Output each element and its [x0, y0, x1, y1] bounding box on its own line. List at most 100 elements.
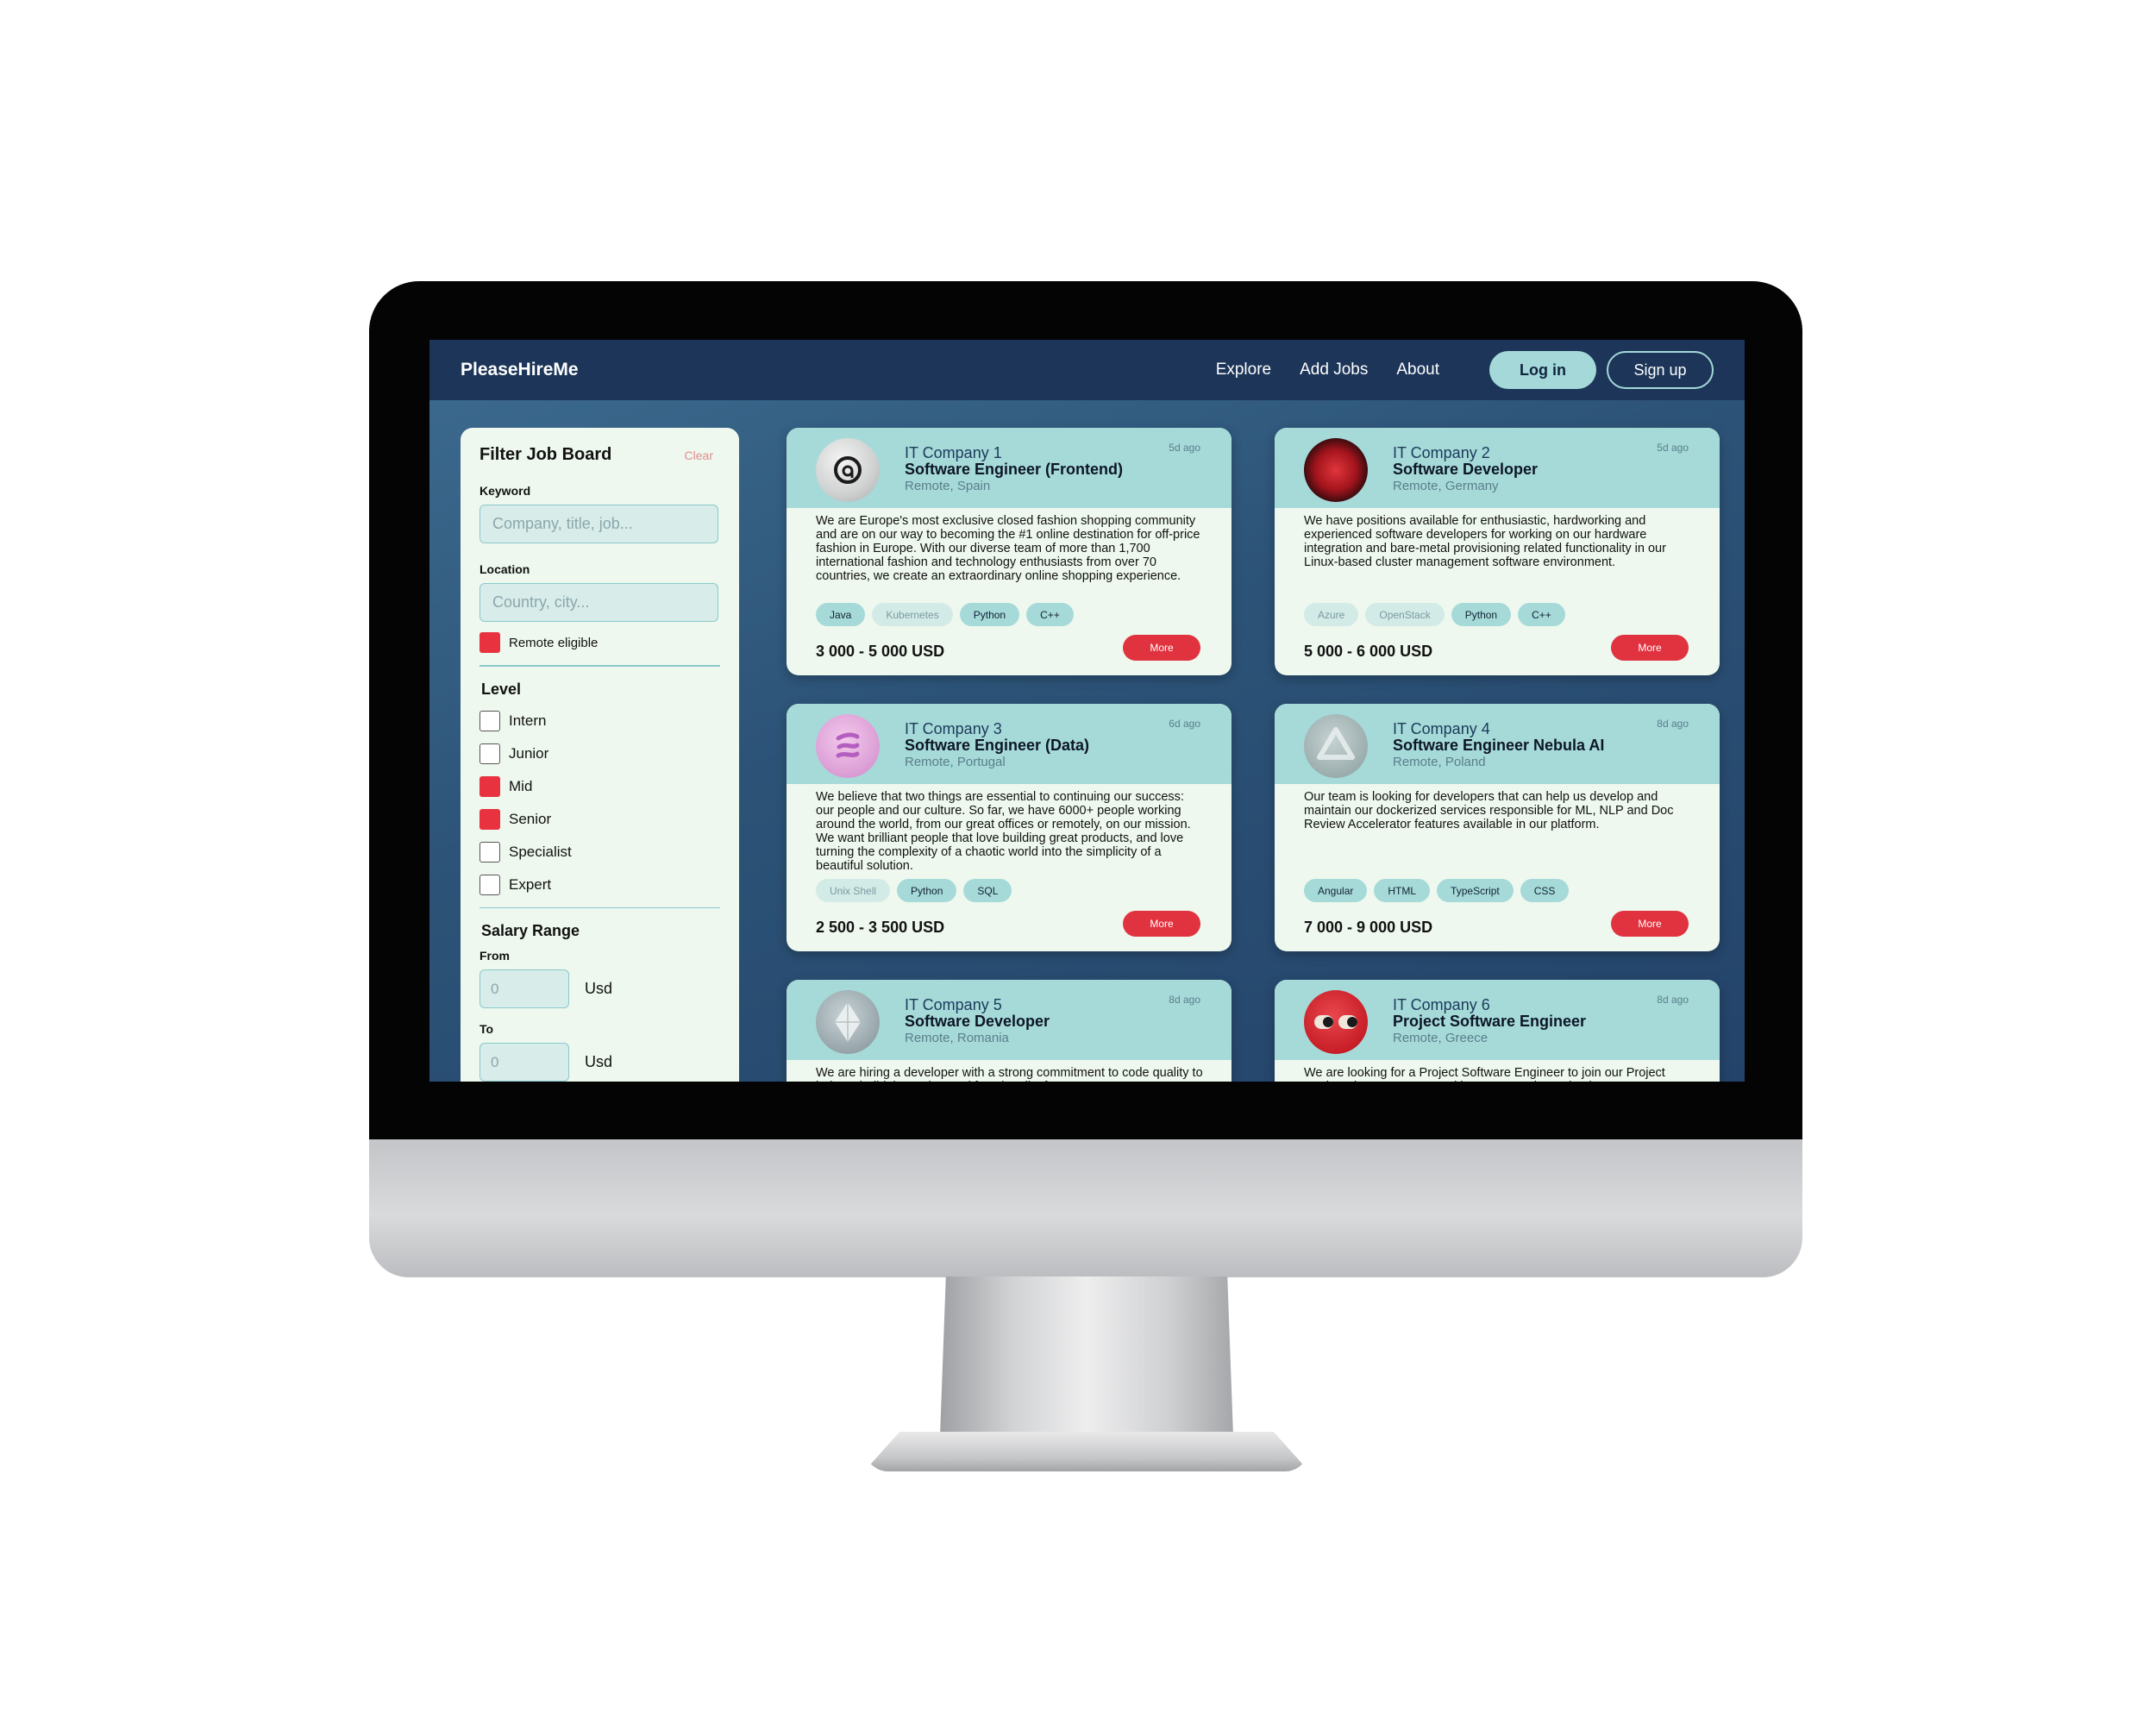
skill-tag: HTML [1374, 879, 1431, 902]
skill-tag: Kubernetes [872, 603, 953, 626]
job-location: Remote, Greece [1393, 1031, 1489, 1045]
clear-filters-link[interactable]: Clear [685, 448, 713, 462]
salary-range: 7 000 - 9 000 USD [1304, 919, 1433, 936]
level-title: Level [481, 680, 522, 698]
level-option-mid[interactable]: Mid [479, 775, 720, 797]
nav-link-add-jobs[interactable]: Add Jobs [1300, 361, 1368, 380]
posted-age: 8d ago [1657, 718, 1689, 730]
login-button[interactable]: Log in [1489, 351, 1596, 389]
level-checkbox-mid[interactable] [479, 775, 500, 797]
skill-tags: Java Kubernetes Python C++ [816, 603, 1081, 626]
job-description: We are hiring a developer with a strong … [816, 1066, 1203, 1082]
job-card-header: IT Company 5 Software Developer Remote, … [787, 980, 1232, 1060]
job-title[interactable]: Software Developer [905, 1013, 1050, 1031]
salary-range-title: Salary Range [481, 922, 580, 939]
company-name: IT Company 3 [905, 720, 1002, 737]
job-card[interactable]: IT Company 2 Software Developer Remote, … [1275, 428, 1720, 675]
posted-age: 5d ago [1657, 442, 1689, 454]
signup-button[interactable]: Sign up [1607, 351, 1714, 389]
level-label: Specialist [509, 843, 572, 860]
salary-range: 3 000 - 5 000 USD [816, 643, 945, 660]
company-name: IT Company 2 [1393, 444, 1490, 461]
job-card[interactable]: IT Company 1 Software Engineer (Frontend… [787, 428, 1232, 675]
level-option-specialist[interactable]: Specialist [479, 841, 720, 862]
job-card-header: IT Company 1 Software Engineer (Frontend… [787, 428, 1232, 508]
level-checkbox-specialist[interactable] [479, 841, 500, 862]
level-checkbox-intern[interactable] [479, 710, 500, 731]
divider [479, 906, 720, 908]
job-card-header: IT Company 6 Project Software Engineer R… [1275, 980, 1720, 1060]
skill-tag: Python [1451, 603, 1512, 626]
divider [479, 665, 720, 667]
red-orb-logo-icon [1304, 438, 1368, 502]
keyword-label: Keyword [479, 484, 531, 498]
level-checkbox-expert[interactable] [479, 874, 500, 895]
currency-label: Usd [585, 1053, 613, 1070]
job-title[interactable]: Software Engineer (Frontend) [905, 461, 1123, 479]
level-option-junior[interactable]: Junior [479, 743, 720, 764]
nav-link-about[interactable]: About [1396, 361, 1439, 380]
salary-from-label: From [479, 949, 510, 963]
salary-to-input[interactable]: 0 [479, 1043, 569, 1082]
job-card[interactable]: IT Company 4 Software Engineer Nebula AI… [1275, 704, 1720, 951]
level-option-expert[interactable]: Expert [479, 874, 720, 895]
salary-from-input[interactable]: 0 [479, 969, 569, 1008]
currency-label: Usd [585, 980, 613, 997]
filter-title: Filter Job Board [479, 445, 612, 464]
remote-eligible-checkbox[interactable] [479, 632, 500, 653]
job-card-header: IT Company 3 Software Engineer (Data) Re… [787, 704, 1232, 784]
level-option-intern[interactable]: Intern [479, 710, 720, 731]
level-option-senior[interactable]: Senior [479, 808, 720, 830]
glass-triangle-logo-icon [1304, 714, 1368, 778]
skill-tag: C++ [1518, 603, 1565, 626]
job-location: Remote, Poland [1393, 755, 1486, 769]
monitor-chin [369, 1139, 1802, 1277]
job-description: We are Europe's most exclusive closed fa… [816, 514, 1200, 583]
diamond-logo-icon [816, 990, 880, 1054]
brand-logo[interactable]: PleaseHireMe [461, 360, 579, 380]
monitor-stand-foot [864, 1432, 1309, 1471]
more-button[interactable]: More [1123, 635, 1200, 661]
job-title[interactable]: Software Engineer Nebula AI [1393, 737, 1604, 755]
job-description: Our team is looking for developers that … [1304, 790, 1674, 831]
posted-age: 6d ago [1169, 718, 1200, 730]
level-label: Senior [509, 810, 552, 827]
job-card[interactable]: IT Company 5 Software Developer Remote, … [787, 980, 1232, 1082]
posted-age: 8d ago [1169, 994, 1200, 1006]
level-label: Mid [509, 777, 533, 794]
skill-tags: Azure OpenStack Python C++ [1304, 603, 1572, 626]
skill-tag: TypeScript [1437, 879, 1514, 902]
salary-range: 2 500 - 3 500 USD [816, 919, 945, 936]
job-title[interactable]: Project Software Engineer [1393, 1013, 1586, 1031]
skill-tag: Angular [1304, 879, 1368, 902]
level-label: Expert [509, 875, 552, 893]
remote-eligible-option[interactable]: Remote eligible [479, 632, 720, 653]
more-button[interactable]: More [1611, 911, 1689, 937]
nav-link-explore[interactable]: Explore [1216, 361, 1271, 380]
skill-tag: Unix Shell [816, 879, 891, 902]
nav-links: Explore Add Jobs About Log in Sign up [1188, 351, 1714, 389]
more-button[interactable]: More [1611, 635, 1689, 661]
skill-tag: Python [897, 879, 957, 902]
job-location: Remote, Romania [905, 1031, 1009, 1045]
job-description: We believe that two things are essential… [816, 790, 1191, 873]
level-checkbox-senior[interactable] [479, 808, 500, 830]
skill-tag: Python [959, 603, 1020, 626]
skill-tags: Unix Shell Python SQL [816, 879, 1018, 902]
screen: PleaseHireMe Explore Add Jobs About Log … [429, 340, 1745, 1082]
location-label: Location [479, 562, 530, 576]
more-button[interactable]: More [1123, 911, 1200, 937]
skill-tags: Angular HTML TypeScript CSS [1304, 879, 1576, 902]
level-label: Junior [509, 744, 549, 762]
job-title[interactable]: Software Developer [1393, 461, 1538, 479]
company-name: IT Company 1 [905, 444, 1002, 461]
skill-tag: Java [816, 603, 866, 626]
job-card[interactable]: IT Company 6 Project Software Engineer R… [1275, 980, 1720, 1082]
level-checkbox-junior[interactable] [479, 743, 500, 764]
job-title[interactable]: Software Engineer (Data) [905, 737, 1089, 755]
job-card[interactable]: IT Company 3 Software Engineer (Data) Re… [787, 704, 1232, 951]
location-input[interactable]: Country, city... [479, 583, 718, 622]
keyword-input[interactable]: Company, title, job... [479, 505, 718, 543]
at-sign-logo-icon [816, 438, 880, 502]
company-name: IT Company 5 [905, 996, 1002, 1013]
